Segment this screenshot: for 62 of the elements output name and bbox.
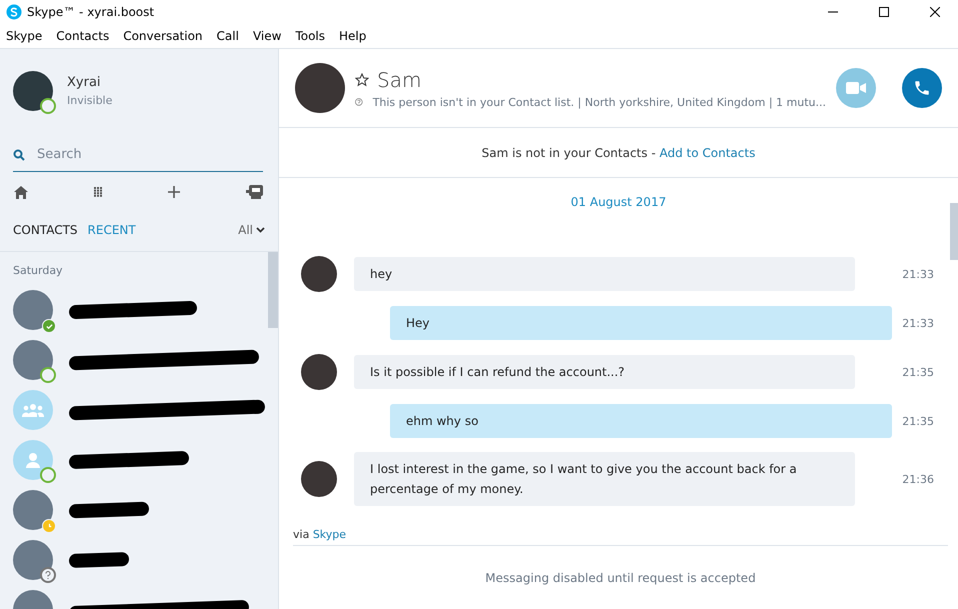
phone-icon bbox=[913, 79, 931, 97]
scrollbar-thumb[interactable] bbox=[950, 203, 958, 260]
contact-name: Sam bbox=[377, 68, 422, 92]
menu-item[interactable]: Help bbox=[337, 29, 372, 43]
call-button[interactable] bbox=[902, 68, 942, 108]
chevron-down-icon bbox=[256, 227, 265, 233]
search-icon bbox=[13, 149, 25, 161]
contact-notice: Sam is not in your Contacts - Add to Contacts bbox=[482, 146, 756, 160]
person-icon bbox=[25, 452, 41, 468]
window-title: Skype™ - xyrai.boost bbox=[27, 5, 156, 19]
photo-placeholder bbox=[301, 354, 337, 390]
help-icon[interactable] bbox=[355, 96, 363, 108]
message-time: 21:33 bbox=[902, 268, 934, 280]
contact-avatar[interactable] bbox=[13, 540, 53, 580]
list-tab[interactable]: CONTACTS bbox=[13, 223, 78, 237]
dialpad-icon[interactable] bbox=[94, 187, 103, 197]
received-message: hey bbox=[354, 257, 855, 291]
menu-item[interactable]: Skype bbox=[4, 29, 48, 43]
message-time: 21:36 bbox=[902, 472, 934, 486]
video-camera-icon bbox=[846, 82, 866, 94]
message-time: 21:35 bbox=[902, 366, 934, 378]
add-to-contacts-link[interactable]: Add to Contacts bbox=[659, 146, 756, 160]
menu-item[interactable]: Tools bbox=[293, 29, 331, 43]
contact-avatar[interactable] bbox=[13, 340, 53, 380]
date-separator: 01 August 2017 bbox=[570, 195, 666, 209]
photo-placeholder bbox=[301, 256, 337, 292]
group-icon bbox=[22, 403, 44, 417]
contact-avatar[interactable] bbox=[13, 440, 53, 480]
contact-avatar[interactable] bbox=[13, 490, 53, 530]
home-icon[interactable] bbox=[14, 186, 28, 198]
contact-info: This person isn't in your Contact list. | North yorkshire, United Kingdom | 1 mutu... bbox=[372, 96, 826, 108]
skype-link[interactable]: Skype bbox=[312, 528, 346, 541]
section-header: Saturday bbox=[12, 263, 64, 279]
menu-item[interactable]: Conversation bbox=[121, 29, 209, 43]
received-message: I lost interest in the game, so I want to give you the account back for a percentage of my money. bbox=[354, 452, 855, 506]
photo-placeholder bbox=[295, 63, 345, 113]
photo-placeholder bbox=[301, 461, 337, 497]
status-icon bbox=[40, 98, 56, 114]
via-note: via Skype bbox=[292, 527, 348, 543]
skype-logo-icon bbox=[6, 4, 22, 20]
scrollbar-thumb[interactable] bbox=[268, 252, 278, 328]
filter-dropdown[interactable]: All bbox=[238, 223, 265, 237]
profile-avatar[interactable] bbox=[13, 71, 53, 111]
bot-icon[interactable] bbox=[246, 185, 263, 199]
maximize-icon bbox=[879, 7, 889, 17]
messaging-disabled-note: Messaging disabled until request is accepted bbox=[485, 570, 756, 584]
star-icon[interactable] bbox=[355, 72, 369, 86]
menu-item[interactable]: Call bbox=[214, 29, 245, 43]
sent-message: Hey bbox=[390, 306, 892, 340]
message-time: 21:33 bbox=[902, 316, 934, 330]
message-time: 21:35 bbox=[902, 414, 934, 428]
sent-message: ehm why so bbox=[390, 404, 892, 438]
contact-avatar[interactable] bbox=[13, 290, 53, 330]
received-message: Is it possible if I can refund the account...? bbox=[354, 355, 855, 389]
profile-status: Invisible bbox=[67, 94, 112, 107]
redaction-mark bbox=[68, 552, 130, 568]
menu-item[interactable]: View bbox=[250, 29, 288, 43]
profile-name: Xyrai bbox=[67, 75, 102, 90]
close-icon bbox=[930, 7, 940, 17]
plus-icon[interactable] bbox=[168, 186, 180, 198]
menu-item[interactable]: Contacts bbox=[54, 29, 116, 43]
search-field[interactable]: Search bbox=[13, 138, 263, 172]
